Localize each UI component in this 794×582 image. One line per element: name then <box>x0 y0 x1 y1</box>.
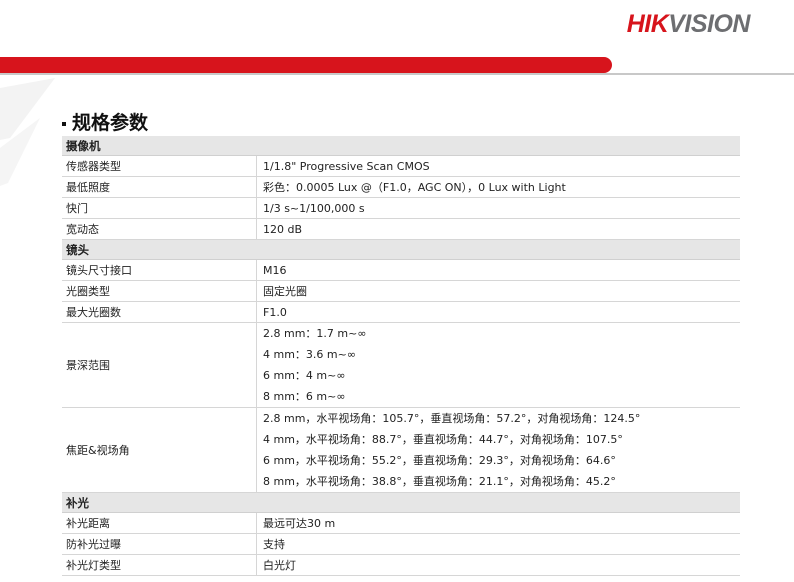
section-header-label: 补光 <box>62 492 740 513</box>
bullet-icon <box>62 121 66 126</box>
row-value: 最远可达30 m <box>256 512 740 534</box>
row-label: 焦距&视场角 <box>62 407 257 493</box>
header-divider <box>0 73 794 75</box>
row-label: 补光灯类型 <box>62 554 257 576</box>
table-row: 最低照度 彩色：0.0005 Lux @（F1.0，AGC ON），0 Lux w… <box>62 176 740 198</box>
section-title-text: 规格参数 <box>72 112 149 134</box>
fov-value: 8 mm，水平视场角：38.8°，垂直视场角：21.1°，对角视场角：45.2° <box>263 475 616 488</box>
section-header-label: 镜头 <box>62 239 740 260</box>
row-value: 1/3 s~1/100,000 s <box>256 197 740 219</box>
row-label: 宽动态 <box>62 218 257 240</box>
table-row: 传感器类型 1/1.8" Progressive Scan CMOS <box>62 155 740 177</box>
row-label: 快门 <box>62 197 257 219</box>
row-value: F1.0 <box>256 301 740 323</box>
row-label: 光圈类型 <box>62 280 257 302</box>
brand-logo-grey: VISION <box>668 10 750 38</box>
dof-value: 2.8 mm：1.7 m~∞ <box>263 327 367 340</box>
section-header-camera: 摄像机 <box>62 136 740 156</box>
section-title: 规格参数 <box>62 108 148 135</box>
row-value: 支持 <box>256 533 740 555</box>
row-label: 最大光圈数 <box>62 301 257 323</box>
row-label: 最低照度 <box>62 176 257 198</box>
row-label: 景深范围 <box>62 322 257 408</box>
table-row-dof: 景深范围 2.8 mm：1.7 m~∞ 4 mm：3.6 m~∞ 6 mm：4 … <box>62 322 740 408</box>
watermark-shape <box>0 78 55 186</box>
row-value: 白光灯 <box>256 554 740 576</box>
row-label: 镜头尺寸接口 <box>62 259 257 281</box>
row-value: 彩色：0.0005 Lux @（F1.0，AGC ON），0 Lux with … <box>256 176 740 198</box>
spec-table: 摄像机 传感器类型 1/1.8" Progressive Scan CMOS 最低… <box>62 136 740 576</box>
section-header-fill-light: 补光 <box>62 492 740 513</box>
dof-value: 4 mm：3.6 m~∞ <box>263 348 357 361</box>
row-label: 传感器类型 <box>62 155 257 177</box>
row-value: M16 <box>256 259 740 281</box>
table-row: 快门 1/3 s~1/100,000 s <box>62 197 740 219</box>
dof-value: 8 mm：6 m~∞ <box>263 390 346 403</box>
brand-logo-red: HIK <box>626 10 669 38</box>
row-value: 固定光圈 <box>256 280 740 302</box>
row-value-list: 2.8 mm，水平视场角：105.7°，垂直视场角：57.2°，对角视场角：12… <box>256 407 740 493</box>
table-row: 补光距离 最远可达30 m <box>62 512 740 534</box>
brand-logo: HIKVISION <box>626 10 751 39</box>
section-header-lens: 镜头 <box>62 239 740 260</box>
section-header-label: 摄像机 <box>62 136 740 156</box>
dof-value: 6 mm：4 m~∞ <box>263 369 346 382</box>
row-value-list: 2.8 mm：1.7 m~∞ 4 mm：3.6 m~∞ 6 mm：4 m~∞ 8… <box>256 322 740 408</box>
fov-value: 6 mm，水平视场角：55.2°，垂直视场角：29.3°，对角视场角：64.6° <box>263 454 616 467</box>
table-row: 最大光圈数 F1.0 <box>62 301 740 323</box>
table-row: 防补光过曝 支持 <box>62 533 740 555</box>
table-row: 补光灯类型 白光灯 <box>62 554 740 576</box>
header-red-bar <box>0 57 612 73</box>
row-label: 防补光过曝 <box>62 533 257 555</box>
table-row: 宽动态 120 dB <box>62 218 740 240</box>
fov-value: 2.8 mm，水平视场角：105.7°，垂直视场角：57.2°，对角视场角：12… <box>263 412 641 425</box>
row-value: 1/1.8" Progressive Scan CMOS <box>256 155 740 177</box>
row-label: 补光距离 <box>62 512 257 534</box>
table-row: 镜头尺寸接口 M16 <box>62 259 740 281</box>
fov-value: 4 mm，水平视场角：88.7°，垂直视场角：44.7°，对角视场角：107.5… <box>263 433 623 446</box>
table-row: 光圈类型 固定光圈 <box>62 280 740 302</box>
row-value: 120 dB <box>256 218 740 240</box>
table-row-fov: 焦距&视场角 2.8 mm，水平视场角：105.7°，垂直视场角：57.2°，对… <box>62 407 740 493</box>
